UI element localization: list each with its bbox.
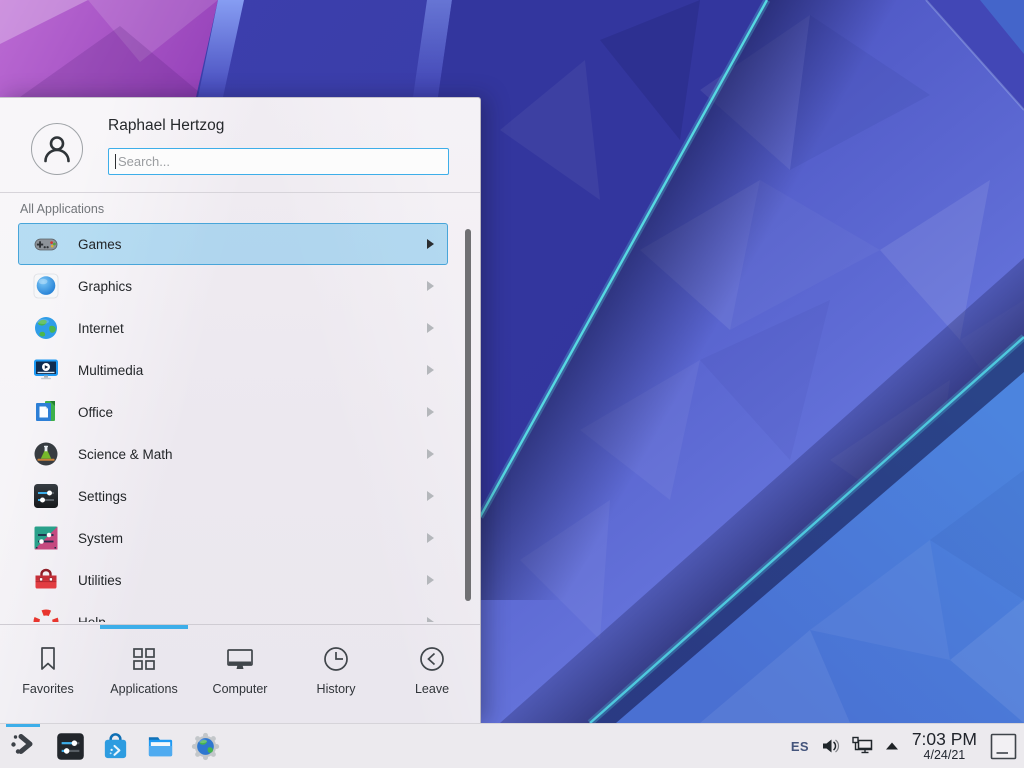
application-launcher-button[interactable]: [5, 724, 41, 768]
file-manager-folder-icon[interactable]: [145, 731, 176, 762]
clock-date: 4/24/21: [924, 748, 966, 762]
monitor-icon: [223, 642, 257, 676]
submenu-arrow-icon: [427, 617, 434, 622]
submenu-arrow-icon: [427, 449, 434, 459]
category-label: Office: [78, 405, 113, 420]
category-utilities[interactable]: Utilities: [18, 559, 448, 601]
tab-label: History: [317, 682, 356, 696]
web-browser-globe-icon[interactable]: [190, 731, 221, 762]
lifebuoy-icon: [32, 608, 60, 622]
category-label: Utilities: [78, 573, 122, 588]
category-internet[interactable]: Internet: [18, 307, 448, 349]
show-desktop-button[interactable]: [990, 733, 1017, 760]
clock-icon: [319, 642, 353, 676]
active-tab-indicator: [100, 625, 188, 629]
user-avatar[interactable]: [31, 123, 83, 175]
leave-circle-icon: [415, 642, 449, 676]
category-list: Games Graphics: [0, 223, 480, 622]
category-office[interactable]: Office: [18, 391, 448, 433]
expand-tray-caret-icon[interactable]: [885, 741, 899, 751]
taskbar-panel: ES 7:03 PM 4/24/21: [0, 723, 1024, 768]
system-sliders-icon: [32, 524, 60, 552]
tab-computer[interactable]: Computer: [192, 642, 288, 723]
active-launcher-indicator: [6, 724, 40, 727]
tab-label: Favorites: [22, 682, 73, 696]
tab-leave[interactable]: Leave: [384, 642, 480, 723]
paint-ball-icon: [32, 272, 60, 300]
clock-time: 7:03 PM: [912, 730, 977, 748]
category-graphics[interactable]: Graphics: [18, 265, 448, 307]
section-label: All Applications: [20, 202, 104, 216]
submenu-arrow-icon: [427, 575, 434, 585]
tab-label: Computer: [213, 682, 268, 696]
submenu-arrow-icon: [427, 239, 434, 249]
documents-icon: [32, 398, 60, 426]
launcher-tab-bar: Favorites Applications: [0, 624, 480, 723]
category-label: Internet: [78, 321, 124, 336]
user-name: Raphael Hertzog: [108, 117, 224, 135]
volume-icon[interactable]: [820, 736, 840, 756]
tab-label: Applications: [110, 682, 177, 696]
discover-bag-icon[interactable]: [100, 731, 131, 762]
submenu-arrow-icon: [427, 491, 434, 501]
category-label: Help: [78, 615, 106, 623]
category-label: Science & Math: [78, 447, 173, 462]
kde-launcher-icon: [8, 729, 38, 764]
gamepad-icon: [32, 230, 60, 258]
category-games[interactable]: Games: [18, 223, 448, 265]
globe-icon: [32, 314, 60, 342]
category-science-math[interactable]: Science & Math: [18, 433, 448, 475]
category-multimedia[interactable]: Multimedia: [18, 349, 448, 391]
category-label: System: [78, 531, 123, 546]
category-label: Games: [78, 237, 122, 252]
category-help[interactable]: Help: [18, 601, 448, 622]
submenu-arrow-icon: [427, 533, 434, 543]
media-player-icon: [32, 356, 60, 384]
category-system[interactable]: System: [18, 517, 448, 559]
bookmark-icon: [31, 642, 65, 676]
submenu-arrow-icon: [427, 281, 434, 291]
sliders-icon: [32, 482, 60, 510]
header-divider: [0, 192, 480, 193]
submenu-arrow-icon: [427, 407, 434, 417]
application-launcher-popup: Raphael Hertzog All Applications Games: [0, 97, 481, 723]
tab-label: Leave: [415, 682, 449, 696]
network-icon[interactable]: [851, 735, 874, 757]
flask-icon: [32, 440, 60, 468]
category-label: Settings: [78, 489, 127, 504]
submenu-arrow-icon: [427, 365, 434, 375]
keyboard-layout-indicator[interactable]: ES: [791, 739, 809, 754]
tab-applications[interactable]: Applications: [96, 642, 192, 723]
system-settings-icon[interactable]: [55, 731, 86, 762]
digital-clock[interactable]: 7:03 PM 4/24/21: [912, 730, 977, 762]
list-scrollbar[interactable]: [465, 229, 471, 601]
category-settings[interactable]: Settings: [18, 475, 448, 517]
toolbox-icon: [32, 566, 60, 594]
grid-icon: [127, 642, 161, 676]
tab-history[interactable]: History: [288, 642, 384, 723]
category-label: Graphics: [78, 279, 132, 294]
submenu-arrow-icon: [427, 323, 434, 333]
search-field[interactable]: [108, 148, 449, 175]
category-label: Multimedia: [78, 363, 143, 378]
tab-favorites[interactable]: Favorites: [0, 642, 96, 723]
search-input[interactable]: [108, 148, 449, 175]
text-cursor: [115, 154, 116, 169]
